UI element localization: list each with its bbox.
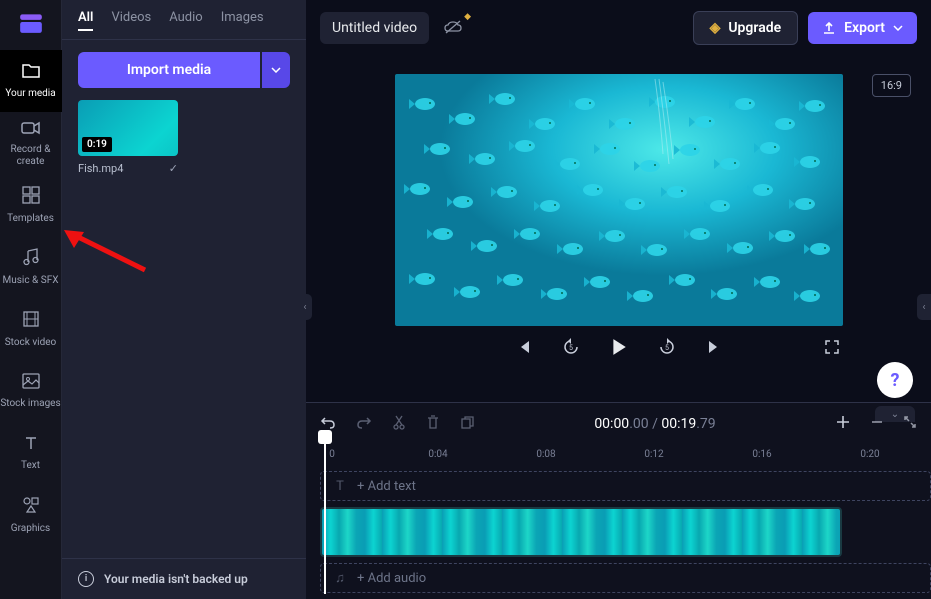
sidebar-item-your-media[interactable]: Your media: [0, 50, 62, 112]
upgrade-button[interactable]: ◈ Upgrade: [693, 11, 799, 45]
gem-icon: ◈: [710, 20, 721, 36]
tab-all[interactable]: All: [78, 10, 93, 31]
forward-button[interactable]: 5: [656, 336, 678, 358]
check-icon: ✓: [169, 162, 178, 175]
timeline-ruler[interactable]: 0 0:04 0:08 0:12 0:16 0:20: [320, 445, 931, 467]
templates-icon: [22, 186, 40, 209]
import-media-dropdown[interactable]: [262, 52, 290, 88]
media-item[interactable]: 0:19 Fish.mp4 ✓: [78, 100, 178, 175]
media-panel: All Videos Audio Images Import media 0:1…: [62, 0, 306, 599]
timeline-timecode: 00:00.00 / 00:19.79: [495, 416, 815, 432]
sidebar-item-stock-images[interactable]: Stock images: [0, 360, 62, 422]
rewind-button[interactable]: 5: [560, 336, 582, 358]
sidebar-item-label: Graphics: [11, 523, 50, 535]
music-icon: ♫: [333, 570, 347, 586]
playhead[interactable]: [318, 430, 332, 594]
timeline-tracks: T + Add text ♫ + Add audio: [306, 471, 931, 599]
media-grid: 0:19 Fish.mp4 ✓: [62, 100, 306, 175]
film-icon: [22, 310, 40, 333]
sidebar-item-graphics[interactable]: Graphics: [0, 484, 62, 546]
text-icon: [23, 435, 39, 456]
sidebar-item-label: Text: [21, 460, 40, 472]
duplicate-button[interactable]: [460, 415, 475, 434]
sidebar-item-label: Templates: [7, 213, 54, 225]
sidebar-item-record-create[interactable]: Record & create: [0, 112, 62, 174]
music-icon: [22, 248, 40, 271]
sidebar-item-music-sfx[interactable]: Music & SFX: [0, 236, 62, 298]
split-button[interactable]: [392, 414, 406, 434]
sidebar-item-label: Your media: [5, 88, 55, 100]
add-audio-label: + Add audio: [357, 571, 426, 586]
add-track-button[interactable]: [835, 414, 851, 434]
chevron-down-icon: [893, 25, 903, 31]
export-label: Export: [844, 20, 885, 36]
fullscreen-button[interactable]: [821, 336, 843, 358]
top-bar: Untitled video ◆ ◈ Upgrade Export: [306, 0, 931, 56]
sidebar-item-label: Stock images: [0, 398, 60, 410]
shapes-icon: [22, 496, 40, 519]
camera-icon: [21, 119, 41, 140]
skip-forward-button[interactable]: [704, 336, 726, 358]
project-title[interactable]: Untitled video: [320, 12, 429, 44]
zoom-out-button[interactable]: [869, 414, 885, 434]
sidebar-item-templates[interactable]: Templates: [0, 174, 62, 236]
sidebar-item-text[interactable]: Text: [0, 422, 62, 484]
tab-audio[interactable]: Audio: [169, 10, 202, 31]
preview-area: 16:9: [306, 56, 931, 402]
import-media-button[interactable]: Import media: [78, 52, 260, 88]
media-filename: Fish.mp4: [78, 162, 123, 175]
fit-timeline-button[interactable]: [903, 414, 917, 434]
media-duration: 0:19: [82, 137, 112, 152]
app-logo: [17, 8, 45, 36]
sidebar-item-label: Music & SFX: [3, 275, 59, 287]
sidebar-item-label: Record & create: [0, 144, 62, 168]
svg-text:5: 5: [665, 344, 669, 352]
audio-track[interactable]: ♫ + Add audio: [320, 563, 931, 593]
timeline-toolbar: 00:00.00 / 00:19.79: [306, 403, 931, 445]
video-clip[interactable]: [320, 507, 842, 557]
collapse-right-panel[interactable]: ‹: [917, 294, 931, 320]
svg-text:5: 5: [569, 344, 573, 352]
main-area: Untitled video ◆ ◈ Upgrade Export 16:9: [306, 0, 931, 599]
video-preview[interactable]: [395, 74, 843, 326]
premium-badge-icon: ◆: [464, 12, 471, 22]
media-thumbnail: 0:19: [78, 100, 178, 156]
chevron-down-icon: [271, 67, 281, 73]
backup-message: Your media isn't backed up: [104, 572, 248, 586]
left-sidebar: Your media Record & create Templates Mus…: [0, 0, 62, 599]
export-button[interactable]: Export: [808, 12, 917, 44]
media-tabs: All Videos Audio Images: [62, 0, 306, 40]
upload-icon: [822, 21, 836, 35]
play-button[interactable]: [608, 336, 630, 358]
add-text-label: + Add text: [357, 479, 416, 494]
sidebar-item-stock-video[interactable]: Stock video: [0, 298, 62, 360]
help-button[interactable]: ?: [877, 362, 913, 398]
sidebar-item-label: Stock video: [5, 337, 57, 349]
tab-videos[interactable]: Videos: [111, 10, 151, 31]
image-icon: [22, 373, 40, 394]
text-track[interactable]: T + Add text: [320, 471, 931, 501]
info-icon: i: [78, 571, 94, 587]
playback-controls: 5 5: [395, 336, 843, 358]
upgrade-label: Upgrade: [728, 20, 781, 36]
skip-back-button[interactable]: [512, 336, 534, 358]
delete-button[interactable]: [426, 414, 440, 434]
timeline-panel: 00:00.00 / 00:19.79 0 0:04 0:08 0:12 0:1…: [306, 402, 931, 599]
text-icon: T: [333, 479, 347, 494]
media-name-row: Fish.mp4 ✓: [78, 162, 178, 175]
tab-images[interactable]: Images: [221, 10, 264, 31]
folder-icon: [21, 63, 41, 84]
backup-warning-bar[interactable]: i Your media isn't backed up: [62, 558, 306, 599]
cloud-sync-off-icon[interactable]: ◆: [443, 19, 463, 38]
aspect-ratio-button[interactable]: 16:9: [872, 74, 911, 97]
redo-button[interactable]: [356, 415, 372, 434]
